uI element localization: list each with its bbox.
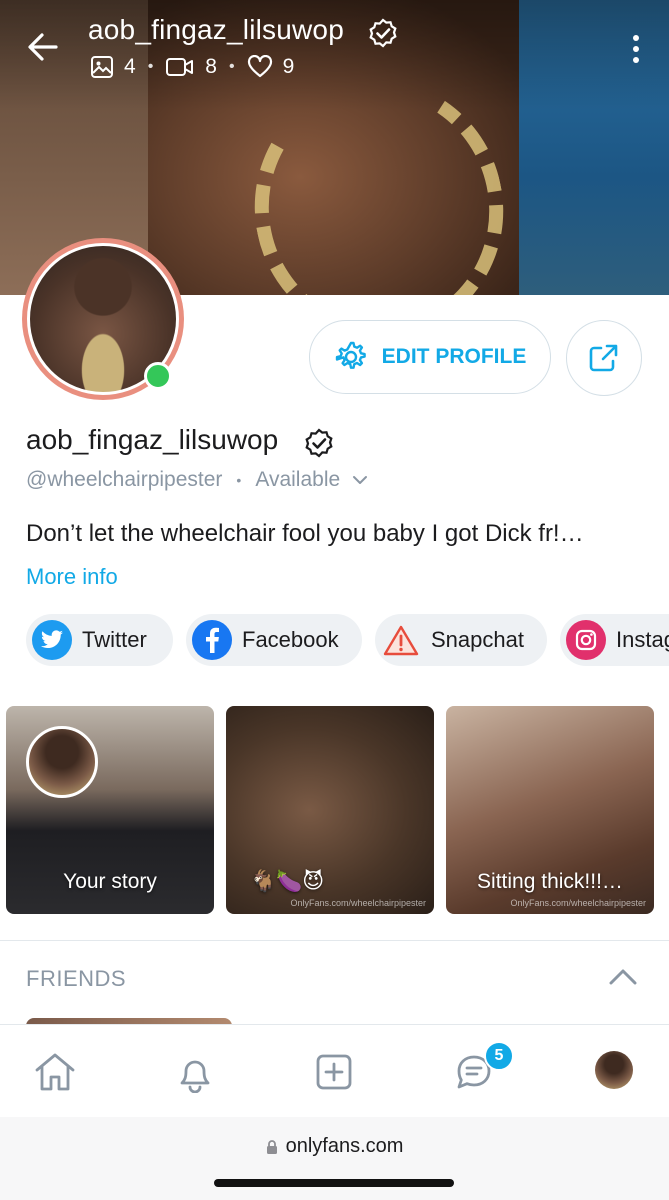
video-icon: [166, 58, 194, 76]
nav-profile-avatar[interactable]: [595, 1051, 633, 1089]
availability-status[interactable]: Available: [255, 468, 340, 492]
top-bar: aob_fingaz_lilsuwop 4 • 8 • 9: [0, 0, 669, 100]
more-vertical-icon: [633, 35, 639, 63]
section-divider: [0, 940, 669, 941]
more-options-button[interactable]: [631, 34, 641, 64]
handle-row: @wheelchairpipester • Available: [26, 468, 368, 492]
story-caption: 🐐🍆😈: [250, 870, 325, 893]
url-text: onlyfans.com: [285, 1135, 404, 1157]
story-card-your-story[interactable]: Your story: [6, 706, 214, 914]
story-watermark: OnlyFans.com/wheelchairpipester: [290, 898, 426, 908]
lock-icon: [266, 1139, 277, 1154]
videos-count: 8: [205, 55, 217, 78]
stories-row: Your story 🐐🍆😈 OnlyFans.com/wheelchairpi…: [0, 706, 669, 916]
nav-home-button[interactable]: [32, 1049, 78, 1095]
gear-icon: [335, 341, 366, 369]
plus-square-icon: [316, 1054, 352, 1090]
address-bar[interactable]: onlyfans.com: [0, 1135, 669, 1158]
verified-icon: [304, 428, 334, 463]
bottom-navigation: 5: [0, 1024, 669, 1118]
photos-stat: 4: [90, 55, 136, 79]
verified-icon: [368, 18, 398, 53]
social-chip-snapchat[interactable]: Snapchat: [375, 614, 547, 666]
more-info-link[interactable]: More info: [26, 564, 118, 590]
social-label-instagram: Instag: [616, 627, 669, 652]
header-title: aob_fingaz_lilsuwop: [88, 14, 344, 45]
chevron-up-icon: [609, 969, 637, 985]
social-label-twitter: Twitter: [82, 627, 147, 652]
profile-stats: 4 • 8 • 9: [90, 55, 294, 79]
profile-name: aob_fingaz_lilsuwop: [26, 424, 279, 455]
story-card[interactable]: 🐐🍆😈 OnlyFans.com/wheelchairpipester: [226, 706, 434, 914]
arrow-left-icon: [28, 33, 58, 61]
bell-icon: [180, 1060, 210, 1093]
share-button[interactable]: [566, 320, 642, 396]
nav-notifications-button[interactable]: [172, 1049, 218, 1095]
share-icon: [589, 344, 618, 372]
social-chip-instagram[interactable]: Instag: [560, 614, 669, 666]
story-card[interactable]: Sitting thick!!!… OnlyFans.com/wheelchai…: [446, 706, 654, 914]
edit-profile-label: EDIT PROFILE: [381, 345, 527, 368]
edit-profile-button[interactable]: EDIT PROFILE: [309, 320, 551, 394]
story-avatar: [26, 726, 98, 798]
collapse-friends-button[interactable]: [608, 968, 638, 991]
home-icon: [35, 1053, 75, 1091]
profile-bio: Don’t let the wheelchair fool you baby I…: [26, 520, 584, 547]
social-label-facebook: Facebook: [242, 627, 339, 652]
facebook-icon: [192, 620, 232, 660]
warning-icon: [381, 620, 421, 660]
videos-stat: 8: [165, 55, 217, 79]
back-button[interactable]: [26, 30, 60, 64]
twitter-icon: [32, 620, 72, 660]
messages-badge: 5: [484, 1041, 514, 1071]
social-chip-twitter[interactable]: Twitter: [26, 614, 173, 666]
profile-handle: @wheelchairpipester: [26, 468, 223, 491]
social-links: Twitter Facebook Snapchat Instag: [26, 614, 669, 666]
social-label-snapchat: Snapchat: [431, 627, 524, 652]
likes-count: 9: [282, 55, 295, 78]
image-icon: [91, 56, 113, 78]
heart-icon: [247, 55, 272, 78]
likes-stat: 9: [247, 55, 295, 79]
browser-bar: onlyfans.com: [0, 1117, 669, 1200]
chevron-down-icon[interactable]: [352, 475, 368, 485]
online-status-indicator: [144, 362, 172, 390]
story-caption: Your story: [63, 870, 157, 893]
story-watermark: OnlyFans.com/wheelchairpipester: [510, 898, 646, 908]
social-chip-facebook[interactable]: Facebook: [186, 614, 362, 666]
story-caption: Sitting thick!!!…: [477, 870, 623, 893]
friends-section-title: FRIENDS: [26, 966, 127, 991]
photos-count: 4: [124, 55, 136, 78]
home-indicator[interactable]: [214, 1179, 454, 1187]
nav-new-post-button[interactable]: [311, 1049, 357, 1095]
instagram-icon: [566, 620, 606, 660]
